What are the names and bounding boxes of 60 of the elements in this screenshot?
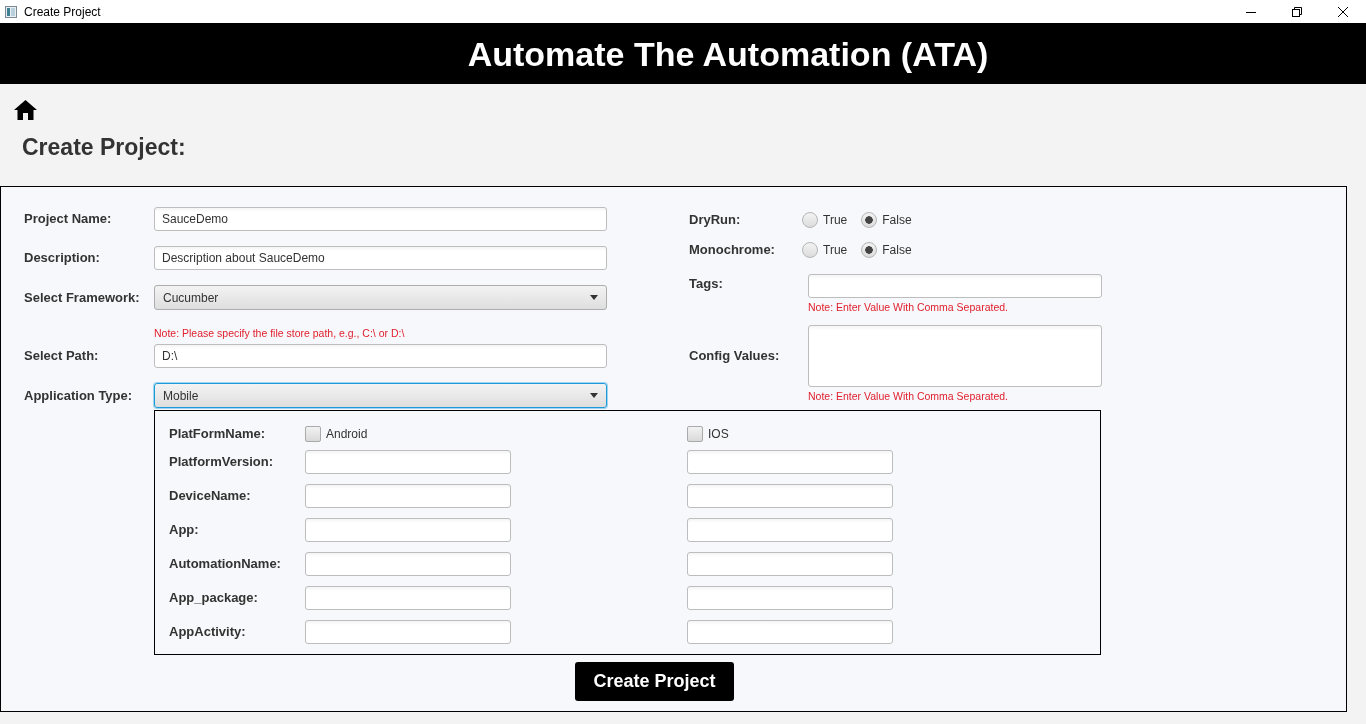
field-label: Tags:: [689, 275, 724, 292]
text-field[interactable]: [687, 484, 893, 508]
text-field[interactable]: [305, 484, 511, 508]
field-label: Select Framework:: [24, 289, 141, 306]
checkbox[interactable]: [305, 426, 321, 442]
radio-button[interactable]: [802, 242, 818, 258]
app-icon: [5, 5, 17, 18]
option-label: False: [882, 213, 912, 227]
app-title: Automate The Automation (ATA): [467, 33, 989, 74]
text-area[interactable]: [808, 325, 1102, 387]
text-field[interactable]: [808, 274, 1102, 298]
field-label: Select Path:: [24, 348, 100, 364]
radio-button[interactable]: [861, 242, 878, 258]
home-icon[interactable]: [14, 100, 37, 120]
text-field[interactable]: [305, 586, 511, 610]
caret-icon: [590, 295, 598, 300]
note-text: Note: Please specify the file store path, e.g., C:\ or D:\: [154, 327, 406, 339]
radio-button[interactable]: [861, 212, 878, 228]
text-field[interactable]: SauceDemo: [154, 207, 607, 231]
close-icon[interactable]: [1338, 6, 1348, 17]
option-label: False: [882, 243, 912, 257]
field-label: Project Name:: [24, 211, 113, 227]
radio-button[interactable]: [802, 212, 818, 228]
text-field[interactable]: [687, 586, 893, 610]
field-label: Description:: [24, 250, 101, 266]
text-field[interactable]: [305, 552, 511, 576]
text-field[interactable]: [305, 518, 511, 542]
field-label: Application Type:: [24, 387, 134, 404]
field-label: Monochrome:: [689, 242, 776, 258]
create-project-button[interactable]: Create Project: [575, 662, 734, 701]
field-label: DryRun:: [689, 212, 742, 228]
dropdown[interactable]: Mobile: [154, 383, 607, 408]
option-label: IOS: [708, 427, 729, 441]
text-field[interactable]: [687, 620, 893, 644]
text-field[interactable]: [687, 552, 893, 576]
text-field[interactable]: Description about SauceDemo: [154, 246, 607, 270]
window-title: Create Project: [24, 4, 101, 19]
field-label: App:: [169, 522, 200, 538]
option-label: True: [823, 243, 848, 257]
note-text: Note: Enter Value With Comma Separated.: [808, 390, 1009, 402]
text-field[interactable]: [687, 518, 893, 542]
restore-icon[interactable]: [1292, 6, 1302, 17]
field-label: DeviceName:: [169, 488, 252, 504]
text-field[interactable]: [305, 620, 511, 644]
field-label: PlatFormName:: [169, 426, 267, 442]
option-label: Android: [326, 427, 368, 441]
field-label: Config Values:: [689, 348, 781, 364]
page-title: Create Project:: [22, 134, 187, 161]
field-label: AutomationName:: [169, 556, 282, 572]
text-field[interactable]: [687, 450, 893, 474]
dropdown[interactable]: Cucumber: [154, 285, 607, 310]
text-field[interactable]: [305, 450, 511, 474]
field-label: App_package:: [169, 590, 259, 606]
field-label: PlatformVersion:: [169, 454, 275, 470]
option-label: True: [823, 213, 848, 227]
note-text: Note: Enter Value With Comma Separated.: [808, 301, 1009, 313]
checkbox[interactable]: [687, 426, 703, 442]
text-field[interactable]: D:\: [154, 344, 607, 368]
caret-icon: [590, 393, 598, 398]
field-label: AppActivity:: [169, 624, 247, 640]
